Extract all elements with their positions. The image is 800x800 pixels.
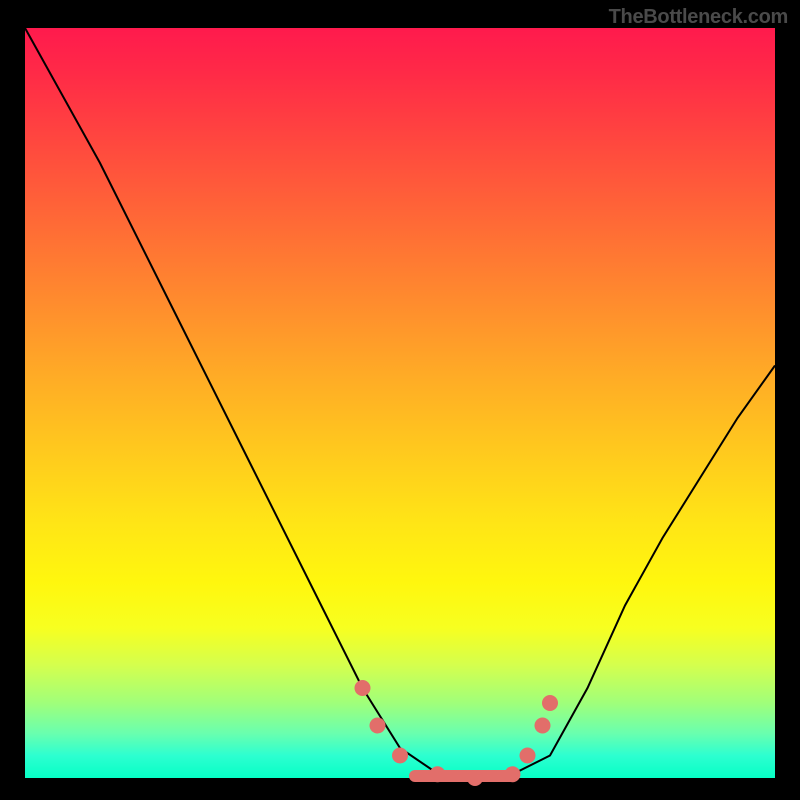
- data-marker: [505, 766, 521, 782]
- plot-area: [25, 28, 775, 778]
- bottleneck-curve: [25, 28, 775, 778]
- data-marker: [535, 718, 551, 734]
- data-marker: [542, 695, 558, 711]
- data-marker: [467, 770, 483, 786]
- data-marker: [355, 680, 371, 696]
- data-marker: [370, 718, 386, 734]
- data-marker: [392, 748, 408, 764]
- data-marker: [430, 766, 446, 782]
- chart-frame: TheBottleneck.com: [0, 0, 800, 800]
- chart-svg: [25, 28, 775, 778]
- watermark-label: TheBottleneck.com: [609, 6, 788, 29]
- data-marker: [520, 748, 536, 764]
